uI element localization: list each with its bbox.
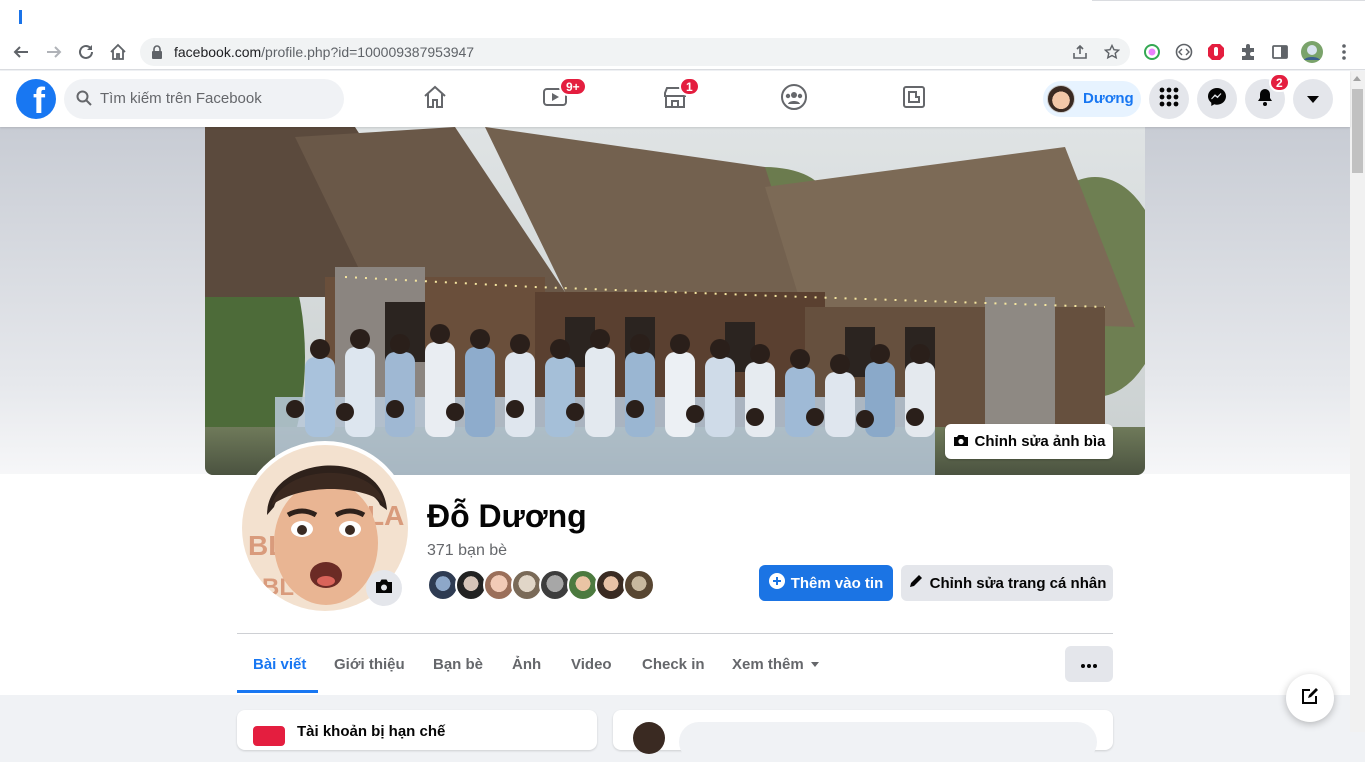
extension-code-icon[interactable]: [1172, 40, 1196, 64]
header-profile-name: Dương: [1083, 90, 1134, 107]
edit-cover-label: Chỉnh sửa ảnh bìa: [974, 433, 1106, 450]
url-host: facebook.com: [174, 44, 262, 60]
notifications-badge: 2: [1269, 73, 1290, 92]
notifications-button[interactable]: 2: [1245, 73, 1290, 119]
search-input[interactable]: Tìm kiếm trên Facebook: [64, 79, 344, 119]
back-icon[interactable]: [9, 40, 33, 64]
tab-check-ins[interactable]: Check in: [642, 646, 705, 682]
gaming-icon: [901, 84, 927, 115]
edit-cover-button[interactable]: Chỉnh sửa ảnh bìa: [945, 424, 1113, 459]
tab-posts[interactable]: Bài viết: [253, 646, 306, 682]
avatar-camera-button[interactable]: [366, 570, 402, 606]
nav-marketplace[interactable]: 1: [620, 71, 730, 127]
watch-badge: 9+: [559, 77, 587, 96]
tab-about[interactable]: Giới thiệu: [334, 646, 405, 682]
forward-icon[interactable]: [42, 40, 66, 64]
composer-input[interactable]: [679, 722, 1097, 762]
new-message-button[interactable]: [1286, 674, 1334, 722]
reload-icon[interactable]: [74, 40, 98, 64]
warning-icon: [253, 726, 285, 746]
edit-profile-button[interactable]: Chỉnh sửa trang cá nhân: [901, 565, 1113, 601]
tab-accent: [19, 10, 22, 24]
friends-count[interactable]: 371 bạn bè: [427, 542, 507, 560]
share-icon[interactable]: [1068, 40, 1092, 64]
browser-profile-avatar[interactable]: [1300, 40, 1324, 64]
home-browser-icon[interactable]: [106, 40, 130, 64]
scroll-up-arrow[interactable]: [1353, 76, 1361, 81]
header-avatar: [1047, 85, 1075, 113]
facebook-header: f Tìm kiếm trên Facebook 9+ 1 Dương 2: [0, 71, 1350, 127]
caret-down-icon: [1307, 95, 1319, 103]
tab-more-label: Xem thêm: [732, 655, 804, 673]
friend-avatar[interactable]: [623, 569, 655, 601]
header-profile-button[interactable]: Dương: [1043, 81, 1141, 117]
bell-icon: [1255, 87, 1275, 112]
browser-tabstrip: [0, 0, 1365, 34]
url-path: /profile.php?id=100009387953947: [261, 44, 475, 60]
grid-menu-icon: [1159, 87, 1179, 112]
scrollbar-thumb[interactable]: [1352, 89, 1363, 173]
extension-colorful-icon[interactable]: [1140, 40, 1164, 64]
active-tab-indicator: [237, 690, 318, 693]
url-text: facebook.com/profile.php?id=100009387953…: [174, 44, 474, 60]
pencil-icon: [908, 573, 924, 593]
camera-icon: [953, 433, 969, 451]
facebook-logo[interactable]: f: [16, 79, 56, 119]
extension-adblock-icon[interactable]: [1204, 40, 1228, 64]
account-menu-button[interactable]: [1293, 79, 1333, 119]
add-to-story-label: Thêm vào tin: [790, 574, 884, 592]
tab-photos[interactable]: Ảnh: [512, 646, 541, 682]
create-post-card: [613, 710, 1113, 762]
nav-gaming[interactable]: [859, 71, 969, 127]
tab-friends[interactable]: Bạn bè: [433, 646, 483, 682]
groups-icon: [780, 83, 808, 116]
tab-more[interactable]: Xem thêm: [732, 646, 819, 682]
home-icon: [422, 84, 448, 115]
messenger-button[interactable]: [1197, 79, 1237, 119]
plus-circle-icon: [768, 573, 785, 593]
side-panel-icon[interactable]: [1268, 40, 1292, 64]
add-to-story-button[interactable]: Thêm vào tin: [759, 565, 893, 601]
browser-menu-icon[interactable]: [1332, 40, 1356, 64]
extensions-puzzle-icon[interactable]: [1236, 40, 1260, 64]
profile-divider: [237, 633, 1113, 634]
nav-watch[interactable]: 9+: [500, 71, 610, 127]
tab-videos[interactable]: Video: [571, 646, 612, 682]
ellipsis-icon: [1081, 655, 1097, 673]
nav-groups[interactable]: [739, 71, 849, 127]
messenger-icon: [1207, 87, 1227, 112]
edit-profile-label: Chỉnh sửa trang cá nhân: [929, 574, 1107, 592]
search-placeholder: Tìm kiếm trên Facebook: [100, 90, 262, 107]
composer-avatar: [633, 722, 665, 754]
search-icon: [76, 90, 92, 111]
menu-grid-button[interactable]: [1149, 79, 1189, 119]
profile-name: Đỗ Dương: [427, 498, 587, 534]
page-scrollbar[interactable]: [1350, 71, 1365, 732]
bookmark-star-icon[interactable]: [1100, 40, 1124, 64]
nav-home[interactable]: [380, 71, 490, 127]
caret-down-icon: [810, 661, 819, 667]
cover-photo[interactable]: [205, 127, 1145, 475]
address-bar[interactable]: facebook.com/profile.php?id=100009387953…: [140, 38, 1130, 66]
compose-icon: [1300, 686, 1320, 711]
marketplace-badge: 1: [679, 77, 700, 96]
restricted-account-card[interactable]: Tài khoản bị hạn chế: [237, 710, 597, 750]
lock-icon: [151, 45, 163, 64]
camera-icon: [375, 578, 393, 599]
more-options-button[interactable]: [1065, 646, 1113, 682]
browser-toolbar: facebook.com/profile.php?id=100009387953…: [0, 34, 1365, 70]
tabstrip-divider: [1092, 0, 1365, 1]
